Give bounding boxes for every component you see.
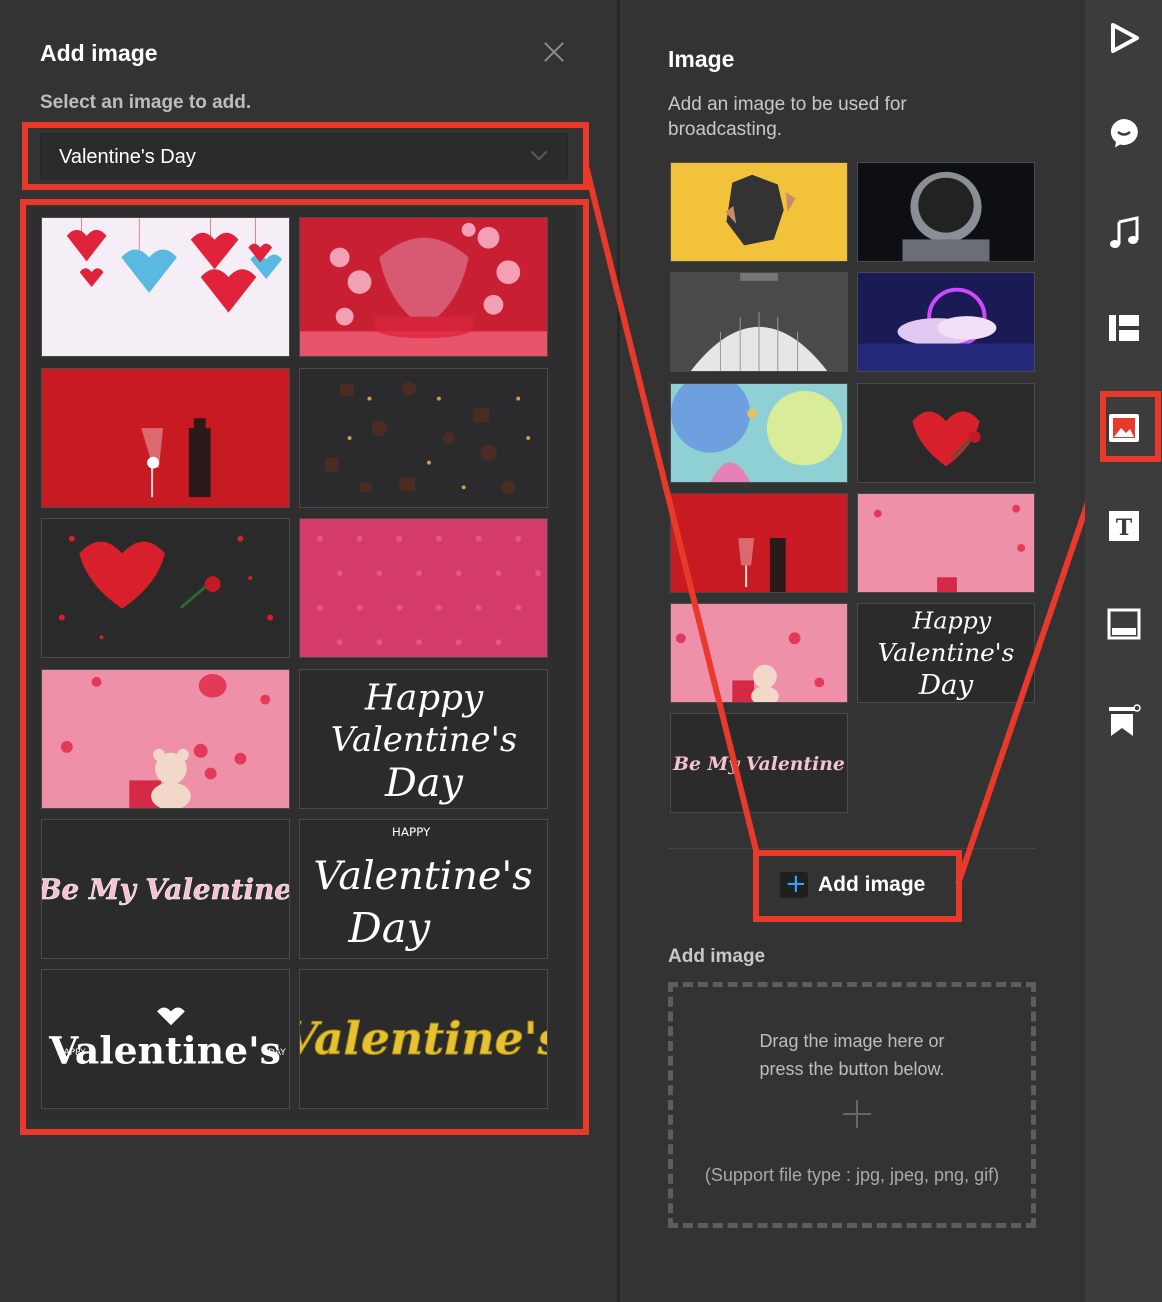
neon-cloud-thumb[interactable] — [857, 272, 1035, 372]
happy-valentines-day-script-thumb[interactable]: HAPPY Valentine's Day — [299, 819, 548, 959]
panel-title: Add image — [40, 40, 158, 66]
rail-image[interactable] — [1085, 392, 1162, 462]
image-settings-panel: Image Add an image to be used for broadc… — [620, 0, 1085, 1302]
teddy-balloons-thumb[interactable] — [41, 669, 290, 809]
rose-heart-small-thumb[interactable] — [857, 383, 1035, 483]
happy-valentines-script-thumb[interactable]: Happy Valentine's Day — [299, 669, 548, 809]
rail-music[interactable] — [1085, 197, 1162, 267]
category-value: Valentine's Day — [59, 146, 196, 168]
svg-text:T: T — [1116, 515, 1133, 541]
astronaut-thumb[interactable] — [857, 162, 1035, 262]
bookmark-icon — [1109, 704, 1141, 736]
chevron-down-icon — [530, 143, 548, 161]
svg-text:Valentine's: Valentine's — [48, 1029, 281, 1073]
script-happy-text: Happy — [364, 678, 484, 719]
rail-play[interactable] — [1085, 2, 1162, 72]
upload-plus-icon[interactable] — [843, 1100, 871, 1128]
image-gallery: Happy Valentine's Day Be My Valentine HA… — [30, 207, 576, 1121]
section-divider — [668, 848, 1036, 849]
add-image-panel: Add image Select an image to add. Valent… — [0, 0, 617, 1302]
chocolates-thumb[interactable] — [299, 368, 548, 508]
wine-glass-small-thumb[interactable] — [670, 493, 848, 593]
tool-rail: T — [1085, 0, 1162, 1302]
chat-icon — [1110, 119, 1138, 148]
script-small-thumb[interactable]: Happy Valentine's Day — [857, 603, 1035, 703]
svg-text:Day: Day — [918, 669, 974, 701]
section-description: Add an image to be used for broadcasting… — [668, 94, 907, 140]
image-dropzone[interactable]: Drag the image here or press the button … — [668, 982, 1036, 1228]
panel-subtitle: Select an image to add. — [40, 92, 252, 113]
rail-bookmark[interactable] — [1085, 685, 1162, 755]
lower-third-icon — [1107, 608, 1141, 640]
happy-valentines-bold-thumb[interactable]: HAPPY Valentine's DAY — [41, 969, 290, 1109]
arch-window-thumb[interactable] — [670, 272, 848, 372]
svg-text:Valentine's: Valentine's — [313, 853, 532, 899]
heart-podium-thumb[interactable] — [299, 217, 548, 357]
play-icon — [1111, 23, 1139, 53]
be-my-valentine-small-thumb[interactable]: Be My Valentine — [670, 713, 848, 813]
svg-text:Valentine's: Valentine's — [878, 638, 1015, 667]
pink-pattern-thumb[interactable] — [299, 518, 548, 658]
layout-icon — [1109, 315, 1139, 341]
script-day-text: Day — [384, 760, 464, 806]
add-image-button[interactable]: Add image — [762, 860, 948, 910]
music-icon — [1110, 216, 1139, 248]
add-image-label: Add image — [818, 873, 926, 896]
drop-hint-line2: press the button below. — [759, 1059, 945, 1079]
rail-layout[interactable] — [1085, 292, 1162, 362]
plus-icon — [780, 869, 808, 899]
rose-heart-thumb[interactable] — [41, 518, 290, 658]
rail-chat[interactable] — [1085, 97, 1162, 167]
be-my-valentine-thumb[interactable]: Be My Valentine — [41, 819, 290, 959]
text-icon: T — [1109, 511, 1139, 541]
supported-file-types: (Support file type : jpg, jpeg, png, gif… — [704, 1165, 1000, 1185]
rail-lower-third[interactable] — [1085, 588, 1162, 658]
gold-valentines-thumb[interactable]: Valentine's — [299, 969, 548, 1109]
category-dropdown[interactable]: Valentine's Day — [40, 133, 568, 180]
svg-text:Valentine's: Valentine's — [300, 1011, 547, 1065]
be-my-valentine-small-text: Be My Valentine — [672, 753, 845, 775]
svg-text:HAPPY: HAPPY — [392, 825, 431, 839]
drop-hint-line1: Drag the image here or — [759, 1031, 945, 1051]
close-icon[interactable] — [540, 38, 568, 66]
wine-glass-thumb[interactable] — [41, 368, 290, 508]
section-title: Image — [668, 46, 735, 72]
upload-title: Add image — [668, 946, 766, 967]
script-valentines-text: Valentine's — [331, 720, 517, 759]
teddy-small-thumb[interactable] — [670, 603, 848, 703]
spheres-thumb[interactable] — [670, 383, 848, 483]
be-my-valentine-text: Be My Valentine — [42, 873, 289, 906]
rail-text[interactable]: T — [1085, 490, 1162, 560]
paper-hearts-thumb[interactable] — [41, 217, 290, 357]
svg-text:Day: Day — [347, 903, 430, 952]
svg-text:Happy: Happy — [912, 607, 992, 635]
pink-gift-thumb[interactable] — [857, 493, 1035, 593]
torn-paper-thumb[interactable] — [670, 162, 848, 262]
svg-text:DAY: DAY — [268, 1048, 286, 1058]
image-icon — [1109, 414, 1139, 442]
